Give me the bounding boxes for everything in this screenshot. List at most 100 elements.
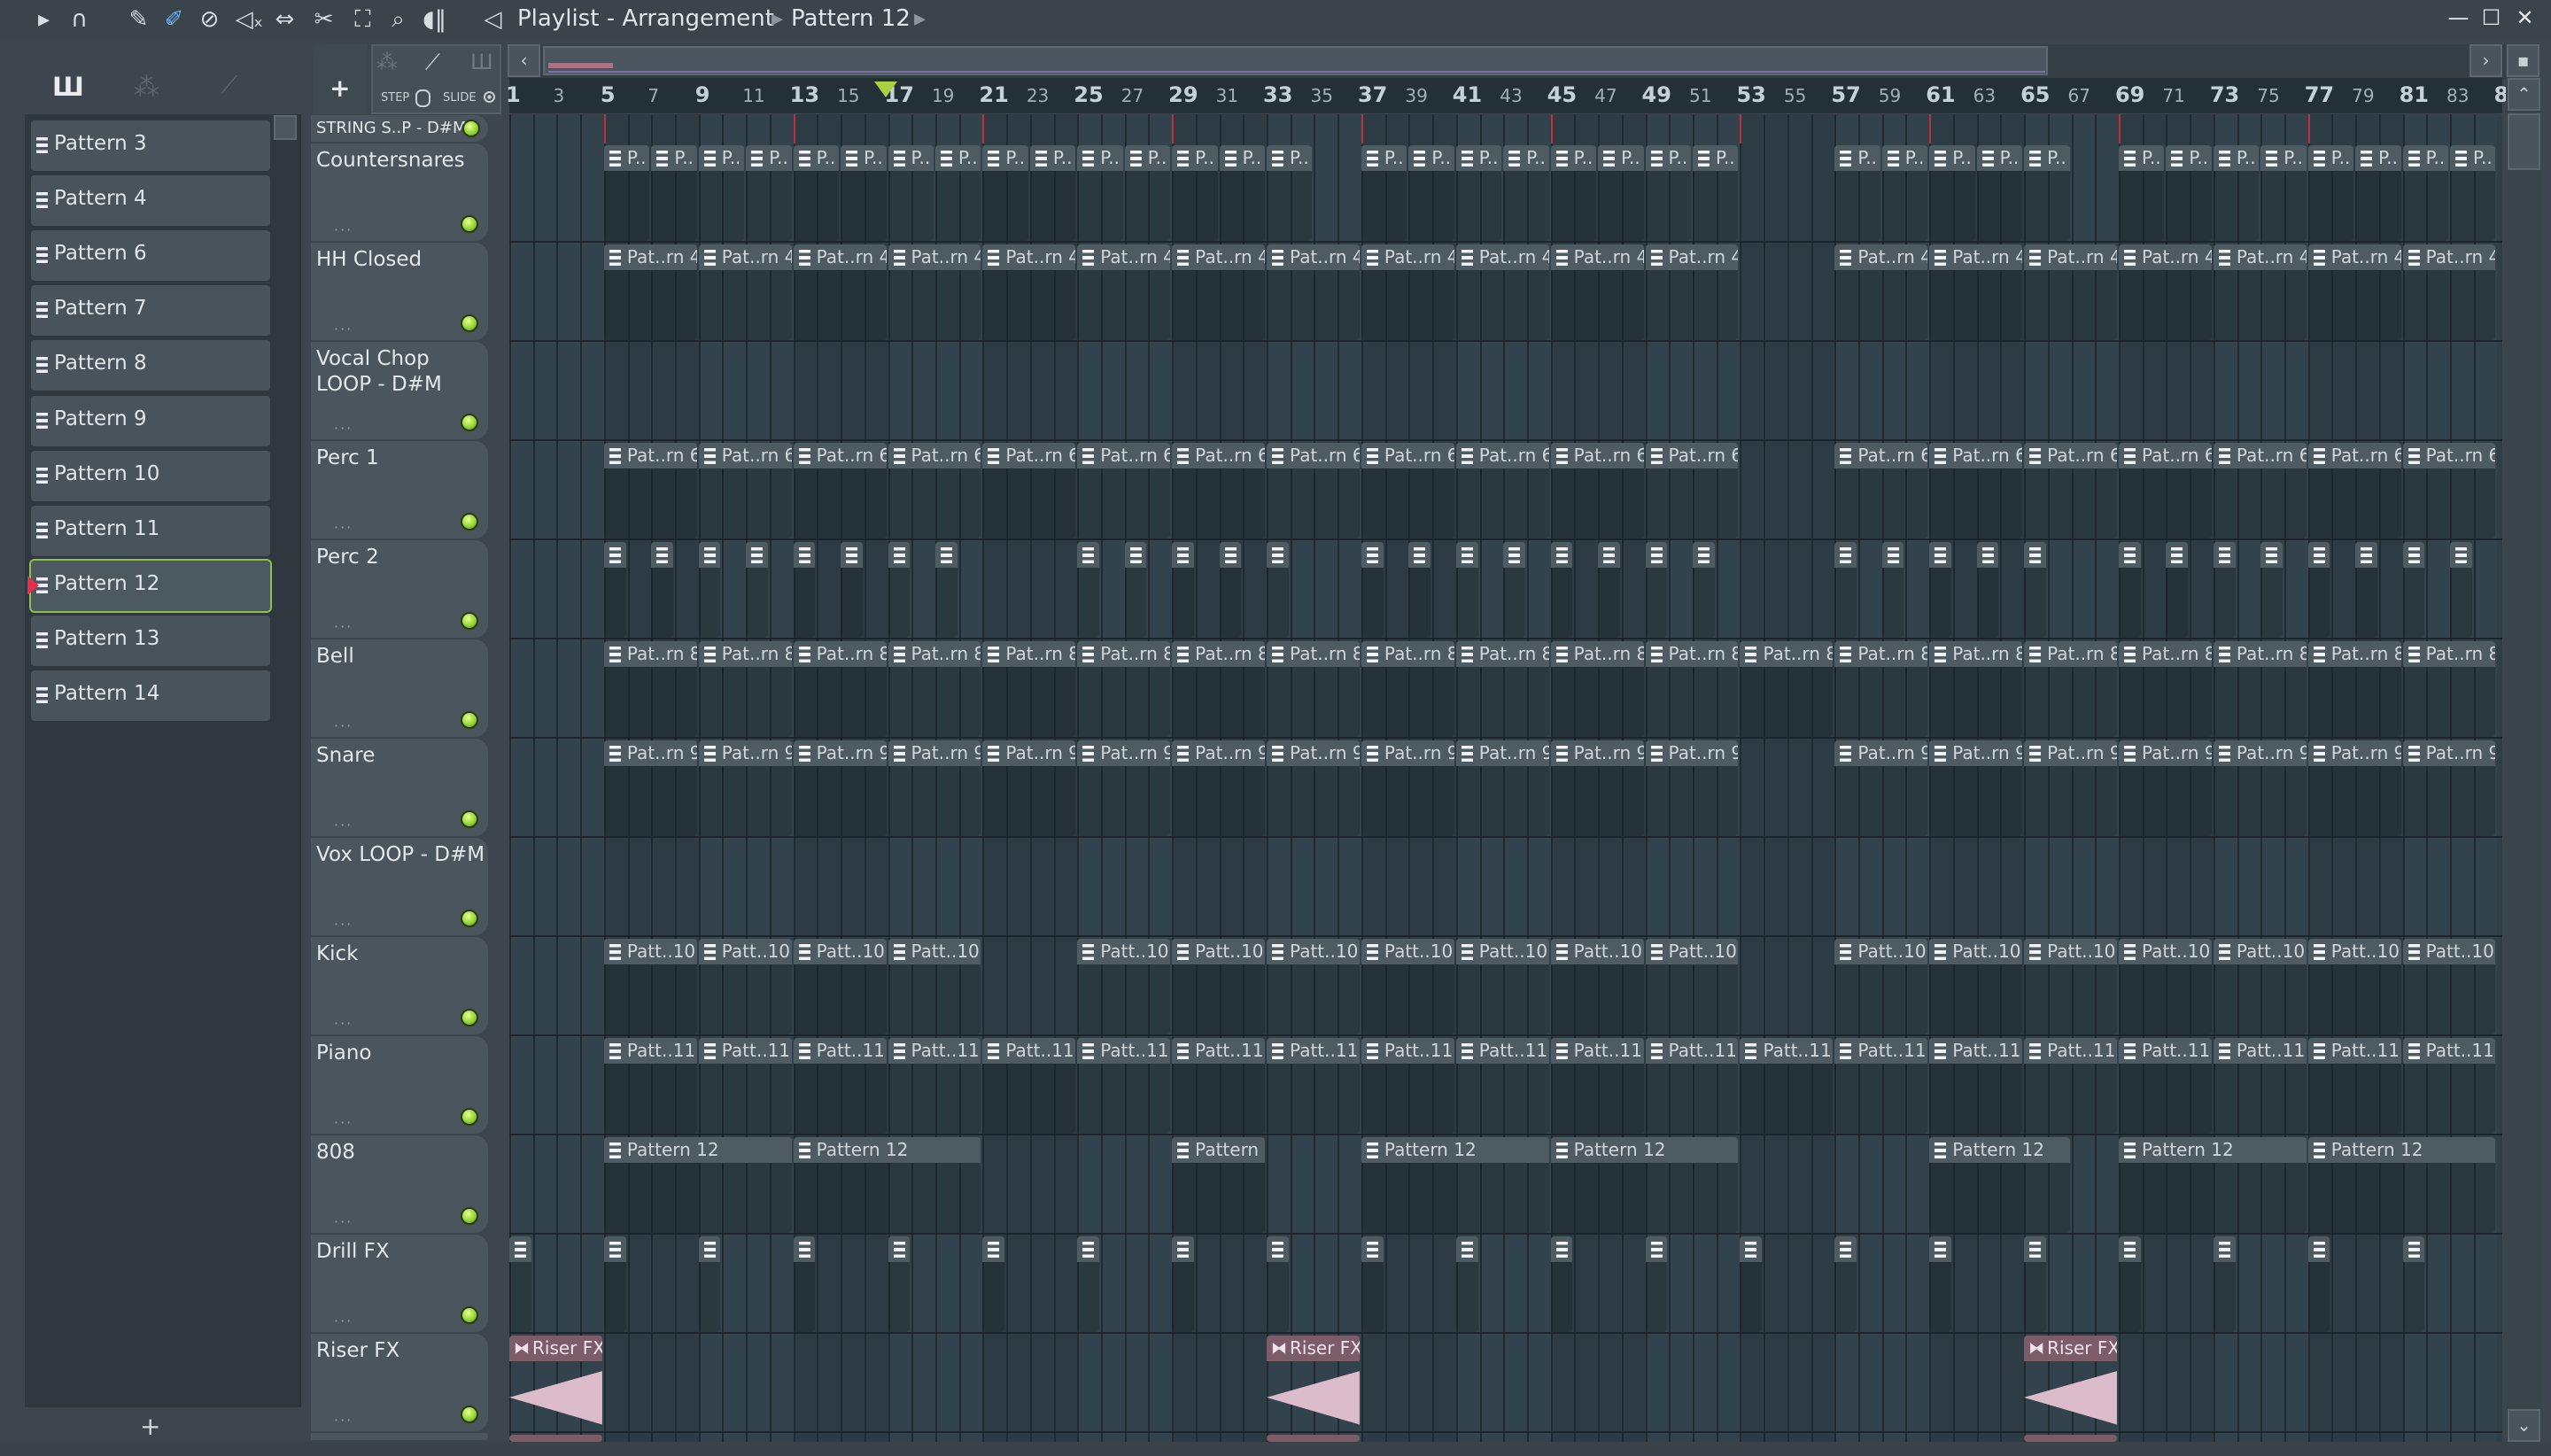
track-header[interactable]: Vocal Chop LOOP - D#M ··· [311, 342, 488, 439]
track-options-dots[interactable]: ··· [334, 614, 353, 638]
audio-clip-icon[interactable]: ⁂ [376, 50, 398, 74]
clip[interactable]: Pat..rn 8 [1834, 641, 1928, 737]
clip[interactable] [2024, 1236, 2046, 1332]
clip[interactable] [1881, 542, 1904, 638]
clip[interactable]: Pat..rn 8 [2213, 641, 2307, 737]
clip[interactable]: Pat..rn 4 [793, 244, 887, 340]
select-icon[interactable]: ⛶ [348, 5, 377, 35]
mute-icon[interactable]: ◁ₓ [235, 5, 264, 35]
step-toggle[interactable] [415, 89, 430, 107]
slip-icon[interactable]: ⇔ [270, 5, 299, 35]
clip[interactable] [888, 1236, 911, 1332]
clip[interactable] [2213, 542, 2236, 638]
breadcrumb-pattern[interactable]: Pattern 12 [791, 5, 911, 32]
clip[interactable] [1834, 542, 1857, 638]
clip[interactable]: Pat..rn 6 [2213, 443, 2307, 538]
clip[interactable]: Patt..11 [793, 1038, 887, 1134]
track-header[interactable]: Perc 2 ··· [311, 540, 488, 638]
clip[interactable]: Patt..11 [1834, 1038, 1928, 1134]
clip[interactable]: P.. [603, 145, 650, 241]
clip[interactable]: Pat..rn 9 [698, 740, 792, 836]
clip[interactable] [2213, 1236, 2236, 1332]
clip[interactable]: P.. [1834, 145, 1880, 241]
clip[interactable]: Pat..rn 6 [2402, 443, 2496, 538]
track-options-dots[interactable]: ··· [334, 911, 353, 935]
clip[interactable] [509, 1236, 531, 1332]
timeline-ruler[interactable]: 1 3 5 7 9 11 13 15 17 19 21 23 25 27 29 31 33 35 37 39 41 43 4… [506, 78, 2524, 113]
clip[interactable]: Patt..11 [1361, 1038, 1454, 1134]
track-header[interactable]: Vox LOOP - D#M ··· [311, 838, 488, 935]
playhead-marker[interactable] [873, 81, 897, 97]
clip[interactable]: Pat..rn 8 [1267, 641, 1360, 737]
clip[interactable]: Patt..10 [2213, 939, 2307, 1034]
clip[interactable] [698, 542, 721, 638]
clip[interactable]: Pat..rn 4 [888, 244, 981, 340]
add-button[interactable]: + [330, 74, 350, 103]
maximize-button[interactable]: ☐ [2477, 4, 2506, 33]
zoom-icon[interactable]: ⌕ [384, 5, 413, 35]
clip[interactable]: P.. [2166, 145, 2212, 241]
clip[interactable] [1124, 542, 1147, 638]
clip[interactable]: Pat..rn 4 [1455, 244, 1549, 340]
clip[interactable]: Pat..rn 6 [2024, 443, 2117, 538]
clip[interactable]: Pat..rn 6 [1455, 443, 1549, 538]
clip[interactable]: Pat..rn 4 [1077, 244, 1171, 340]
clip[interactable] [603, 1236, 626, 1332]
clip[interactable]: Pat..rn 6 [2118, 443, 2212, 538]
clip[interactable]: Pat..rn 9 [2307, 740, 2401, 836]
track-mute-led[interactable] [461, 1009, 478, 1026]
clip[interactable]: Pat..rn 8 [1172, 641, 1266, 737]
clip[interactable]: P.. [1645, 145, 1691, 241]
clip[interactable]: P.. [1361, 145, 1407, 241]
clip[interactable]: Patt..10 [1267, 939, 1360, 1034]
clip[interactable]: P.. [1219, 145, 1266, 241]
clip[interactable] [1929, 1236, 1951, 1332]
clip[interactable]: Patt..10 [1645, 939, 1739, 1034]
clip[interactable] [1550, 1236, 1573, 1332]
track-header[interactable]: Snare ··· [311, 739, 488, 836]
pattern-list-item[interactable]: Pattern 6 [31, 230, 270, 282]
clip[interactable]: Pat..rn 8 [2307, 641, 2401, 737]
clip[interactable]: Pat..rn 9 [2213, 740, 2307, 836]
track-mute-led[interactable] [461, 215, 478, 233]
pattern-clip-icon[interactable]: Ш [470, 50, 493, 74]
clip[interactable]: Pat..rn 9 [1361, 740, 1454, 836]
clip[interactable] [793, 1236, 816, 1332]
clip[interactable]: Patt..10 [2024, 939, 2117, 1034]
pattern-list-item[interactable]: Pattern 3 [31, 120, 270, 171]
clip[interactable] [1503, 542, 1525, 638]
clip[interactable]: Pat..rn 8 [1929, 641, 2023, 737]
clip[interactable]: Pat..rn 4 [1929, 244, 2023, 340]
clip[interactable] [1219, 542, 1242, 638]
clip[interactable]: Patt..11 [1077, 1038, 1171, 1134]
pattern-list-item[interactable]: Pattern 14 [31, 670, 270, 721]
clip[interactable]: P.. [1172, 145, 1218, 241]
clip[interactable]: Pat..rn 8 [1455, 641, 1549, 737]
clip[interactable]: Patt..11 [1455, 1038, 1549, 1134]
clip[interactable] [698, 1236, 721, 1332]
clip[interactable]: ⧓ [1267, 1435, 1360, 1442]
overview-thumb[interactable] [543, 46, 2048, 75]
track-options-dots[interactable]: ··· [334, 812, 353, 836]
pattern-list-item[interactable]: Pattern 10 [31, 450, 270, 501]
track-options-dots[interactable]: ··· [334, 1308, 353, 1332]
clip[interactable] [1645, 1236, 1668, 1332]
clip[interactable]: Patt..11 [2402, 1038, 2496, 1134]
clip[interactable]: Pat..rn 8 [698, 641, 792, 737]
clip[interactable]: Pat..rn 6 [982, 443, 1076, 538]
clip[interactable]: Patt..10 [1361, 939, 1454, 1034]
delete-icon[interactable]: ⊘ [195, 5, 224, 35]
add-pattern-button[interactable]: + [140, 1412, 160, 1441]
clip[interactable] [2118, 1236, 2141, 1332]
clip[interactable]: ⧓ Riser FX [509, 1336, 602, 1431]
clip[interactable]: Patt..10 [888, 939, 981, 1034]
clip[interactable] [2260, 542, 2283, 638]
track-options-dots[interactable]: ··· [334, 316, 353, 340]
track-header[interactable]: Kick ··· [311, 937, 488, 1034]
track-options-dots[interactable]: ··· [334, 1407, 353, 1431]
clip[interactable]: Pat..rn 9 [2402, 740, 2496, 836]
pattern-list-item[interactable]: Pattern 7 [31, 285, 270, 337]
clip[interactable] [1693, 542, 1715, 638]
clip[interactable]: Pattern 12 [2307, 1137, 2496, 1233]
breadcrumb-menu-arrow[interactable]: ▸ [914, 5, 926, 32]
